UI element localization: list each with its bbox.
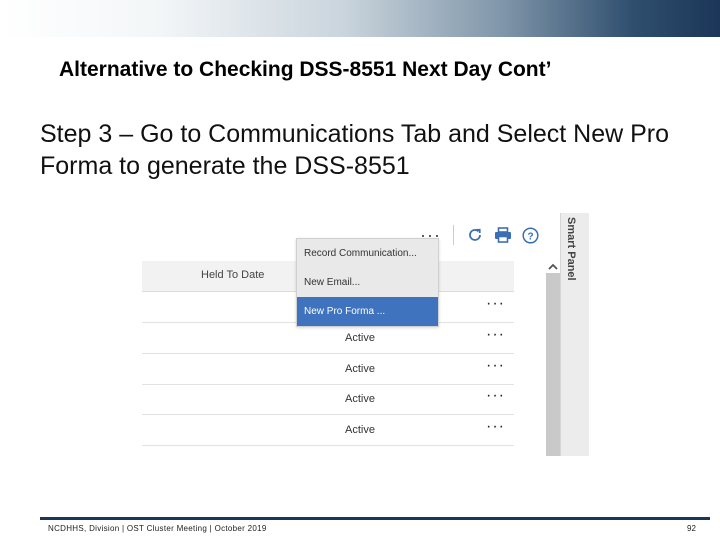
row-more-actions-button[interactable]: ··· — [486, 357, 505, 375]
row-more-actions-button[interactable]: ··· — [486, 326, 505, 344]
scroll-up-button[interactable] — [547, 260, 559, 272]
menu-item-new-email[interactable]: New Email... — [297, 268, 438, 297]
svg-text:?: ? — [528, 231, 534, 242]
row-more-actions-button[interactable]: ··· — [486, 295, 505, 313]
row-status: Active — [345, 332, 375, 344]
row-status: Active — [345, 393, 375, 405]
smart-panel-label: Smart Panel — [565, 217, 577, 281]
header-gradient-bar — [0, 0, 720, 37]
actions-dropdown-menu: Record Communication... New Email... New… — [296, 238, 439, 327]
smart-panel-tab[interactable]: Smart Panel — [560, 213, 589, 456]
menu-item-new-pro-forma[interactable]: New Pro Forma ... — [297, 297, 438, 326]
page-number: 92 — [687, 524, 696, 533]
table-row[interactable]: Active ··· — [142, 384, 514, 415]
table-row[interactable]: Active ··· — [142, 323, 514, 354]
footer-divider — [40, 517, 710, 520]
slide-title: Alternative to Checking DSS-8551 Next Da… — [59, 58, 552, 81]
row-status: Active — [345, 424, 375, 436]
application-screenshot: ··· ? Held To Date ··· Active ··· Active… — [142, 213, 592, 458]
table-row[interactable]: Active ··· — [142, 415, 514, 446]
row-status: Active — [345, 363, 375, 375]
row-more-actions-button[interactable]: ··· — [486, 418, 505, 436]
refresh-icon[interactable] — [464, 224, 486, 246]
toolbar-divider — [452, 225, 454, 245]
print-icon[interactable] — [492, 224, 514, 246]
scrollbar[interactable] — [546, 273, 560, 456]
table-row[interactable]: Active ··· — [142, 354, 514, 385]
row-more-actions-button[interactable]: ··· — [486, 387, 505, 405]
column-header-held-to-date[interactable]: Held To Date — [201, 269, 264, 281]
slide-body-text: Step 3 – Go to Communications Tab and Se… — [40, 120, 670, 180]
menu-item-record-communication[interactable]: Record Communication... — [297, 239, 438, 268]
help-icon[interactable]: ? — [520, 224, 542, 246]
footer-text: NCDHHS, Division | OST Cluster Meeting |… — [48, 524, 267, 533]
